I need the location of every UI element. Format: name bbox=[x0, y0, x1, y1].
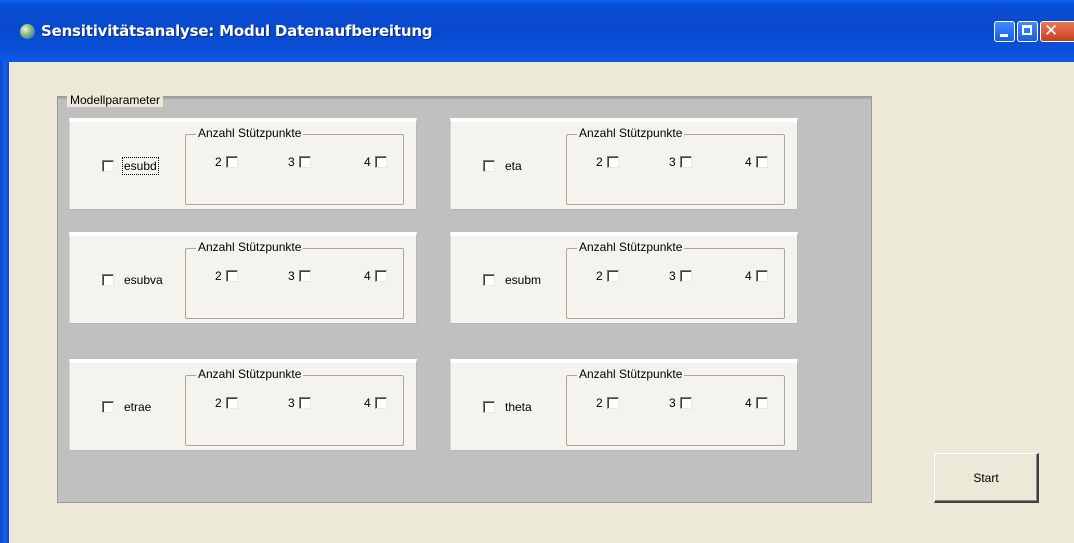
option-checkbox[interactable] bbox=[375, 270, 387, 282]
window-title: Sensitivitätsanalyse: Modul Datenaufbere… bbox=[41, 22, 433, 40]
option-label: 3 bbox=[669, 155, 676, 169]
option-checkbox[interactable] bbox=[607, 397, 619, 409]
option-label: 4 bbox=[364, 396, 371, 410]
anzahl-stuetzpunkte-group: Anzahl Stützpunkte 2 3 4 bbox=[185, 126, 404, 205]
param-label-esubm[interactable]: esubm bbox=[505, 273, 541, 287]
option-label: 2 bbox=[596, 396, 603, 410]
sub-group-label: Anzahl Stützpunkte bbox=[196, 367, 304, 381]
option-label: 3 bbox=[288, 155, 295, 169]
window-frame bbox=[0, 62, 9, 543]
option-label: 2 bbox=[215, 155, 222, 169]
option-checkbox[interactable] bbox=[756, 270, 768, 282]
option-checkbox[interactable] bbox=[756, 156, 768, 168]
param-checkbox-esubm[interactable] bbox=[483, 274, 495, 286]
group-top-border bbox=[58, 97, 871, 99]
sub-group-label: Anzahl Stützpunkte bbox=[577, 240, 685, 254]
param-label-esubva[interactable]: esubva bbox=[124, 273, 163, 287]
option-checkbox[interactable] bbox=[680, 156, 692, 168]
option-checkbox[interactable] bbox=[607, 156, 619, 168]
option-checkbox[interactable] bbox=[299, 270, 311, 282]
app-window: Sensitivitätsanalyse: Modul Datenaufbere… bbox=[0, 0, 1074, 543]
option-checkbox[interactable] bbox=[680, 397, 692, 409]
param-checkbox-esubva[interactable] bbox=[102, 274, 114, 286]
option-label: 4 bbox=[745, 155, 752, 169]
param-label-eta[interactable]: eta bbox=[505, 159, 522, 173]
close-icon: ✕ bbox=[1044, 21, 1059, 41]
anzahl-stuetzpunkte-group: Anzahl Stützpunkte 2 3 4 bbox=[566, 126, 785, 205]
maximize-icon bbox=[1022, 25, 1032, 35]
minimize-button[interactable] bbox=[994, 21, 1015, 42]
panel-etrae: etrae Anzahl Stützpunkte 2 3 4 bbox=[69, 359, 417, 451]
start-button[interactable]: Start bbox=[934, 453, 1039, 503]
option-checkbox[interactable] bbox=[756, 397, 768, 409]
title-bar[interactable]: Sensitivitätsanalyse: Modul Datenaufbere… bbox=[0, 0, 1074, 62]
option-label: 3 bbox=[288, 269, 295, 283]
param-checkbox-theta[interactable] bbox=[483, 401, 495, 413]
option-checkbox[interactable] bbox=[375, 156, 387, 168]
panel-esubm: esubm Anzahl Stützpunkte 2 3 4 bbox=[450, 232, 798, 324]
option-label: 3 bbox=[288, 396, 295, 410]
param-checkbox-etrae[interactable] bbox=[102, 401, 114, 413]
panel-esubva: esubva Anzahl Stützpunkte 2 3 4 bbox=[69, 232, 417, 324]
maximize-button[interactable] bbox=[1017, 21, 1038, 42]
option-checkbox[interactable] bbox=[226, 270, 238, 282]
minimize-icon bbox=[1000, 34, 1008, 37]
option-checkbox[interactable] bbox=[226, 156, 238, 168]
anzahl-stuetzpunkte-group: Anzahl Stützpunkte 2 3 4 bbox=[566, 240, 785, 319]
panel-eta: eta Anzahl Stützpunkte 2 3 4 bbox=[450, 118, 798, 210]
option-checkbox[interactable] bbox=[375, 397, 387, 409]
anzahl-stuetzpunkte-group: Anzahl Stützpunkte 2 3 4 bbox=[185, 367, 404, 446]
close-button[interactable]: ✕ bbox=[1040, 21, 1074, 42]
option-label: 2 bbox=[215, 269, 222, 283]
anzahl-stuetzpunkte-group: Anzahl Stützpunkte 2 3 4 bbox=[566, 367, 785, 446]
option-label: 4 bbox=[745, 269, 752, 283]
option-label: 2 bbox=[596, 155, 603, 169]
param-label-esubd[interactable]: esubd bbox=[122, 157, 159, 175]
sub-group-label: Anzahl Stützpunkte bbox=[577, 126, 685, 140]
option-label: 2 bbox=[596, 269, 603, 283]
option-checkbox[interactable] bbox=[299, 156, 311, 168]
anzahl-stuetzpunkte-group: Anzahl Stützpunkte 2 3 4 bbox=[185, 240, 404, 319]
sub-group-label: Anzahl Stützpunkte bbox=[577, 367, 685, 381]
group-label: Modellparameter bbox=[67, 93, 164, 107]
client-area: Modellparameter esubd Anzahl Stützpunkte… bbox=[9, 62, 1074, 543]
option-checkbox[interactable] bbox=[299, 397, 311, 409]
option-label: 4 bbox=[364, 269, 371, 283]
sub-group-label: Anzahl Stützpunkte bbox=[196, 240, 304, 254]
param-label-etrae[interactable]: etrae bbox=[124, 400, 151, 414]
sub-group-label: Anzahl Stützpunkte bbox=[196, 126, 304, 140]
param-label-theta[interactable]: theta bbox=[505, 400, 532, 414]
option-label: 2 bbox=[215, 396, 222, 410]
option-label: 3 bbox=[669, 269, 676, 283]
param-checkbox-eta[interactable] bbox=[483, 160, 495, 172]
globe-icon bbox=[20, 24, 35, 39]
option-checkbox[interactable] bbox=[226, 397, 238, 409]
panel-esubd: esubd Anzahl Stützpunkte 2 3 4 bbox=[69, 118, 417, 210]
modellparameter-group: Modellparameter esubd Anzahl Stützpunkte… bbox=[57, 93, 872, 503]
option-checkbox[interactable] bbox=[680, 270, 692, 282]
option-label: 3 bbox=[669, 396, 676, 410]
option-label: 4 bbox=[745, 396, 752, 410]
param-checkbox-esubd[interactable] bbox=[102, 160, 114, 172]
panel-theta: theta Anzahl Stützpunkte 2 3 4 bbox=[450, 359, 798, 451]
option-checkbox[interactable] bbox=[607, 270, 619, 282]
option-label: 4 bbox=[364, 155, 371, 169]
